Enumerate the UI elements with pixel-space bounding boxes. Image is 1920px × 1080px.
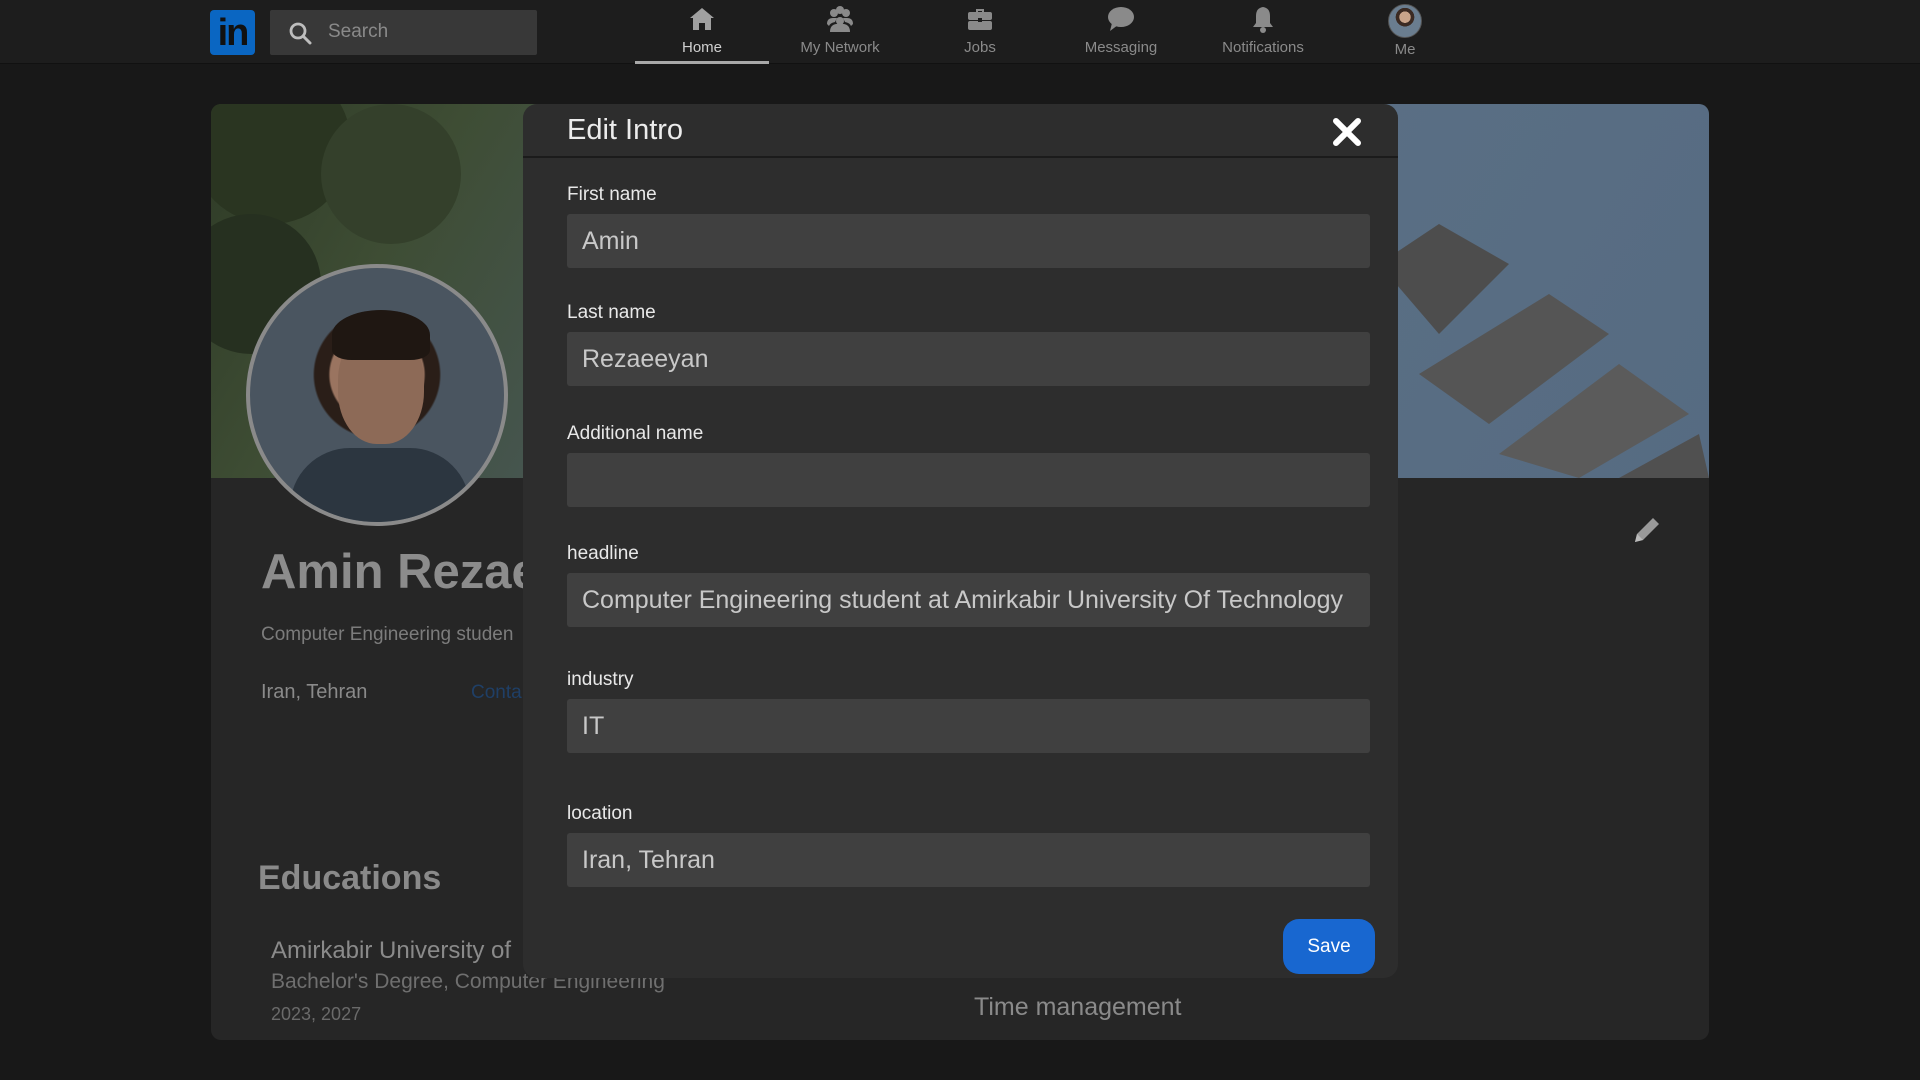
bell-icon	[1253, 7, 1273, 33]
search-box[interactable]	[270, 10, 537, 55]
linkedin-logo[interactable]: in	[210, 10, 255, 55]
modal-header: Edit Intro	[523, 104, 1398, 158]
nav-me-label: Me	[1394, 41, 1416, 58]
network-icon	[827, 6, 853, 32]
last-name-label: Last name	[567, 302, 656, 323]
search-input[interactable]	[328, 18, 523, 46]
edit-intro-modal: Edit Intro First name Last name Addition…	[523, 104, 1398, 978]
industry-input[interactable]	[567, 699, 1370, 753]
nav-messaging[interactable]: Messaging	[1054, 4, 1188, 64]
nav-my-network-label: My Network	[800, 39, 880, 56]
profile-name: Amin Rezae	[261, 545, 539, 599]
contact-info-link[interactable]: Conta	[471, 682, 522, 704]
nav-notifications-label: Notifications	[1222, 39, 1304, 56]
search-icon	[289, 22, 312, 45]
profile-headline: Computer Engineering studen	[261, 624, 514, 645]
education-years: 2023, 2027	[271, 1004, 362, 1024]
profile-photo[interactable]	[246, 264, 508, 526]
home-icon	[690, 8, 714, 30]
industry-label: industry	[567, 669, 634, 690]
education-school: Amirkabir University of	[271, 937, 512, 964]
first-name-label: First name	[567, 184, 657, 205]
nav-me[interactable]: Me	[1338, 4, 1472, 64]
cover-slats-graphic	[1379, 224, 1709, 478]
nav-home[interactable]: Home	[635, 4, 769, 64]
pencil-icon[interactable]	[1629, 512, 1665, 548]
save-button[interactable]: Save	[1283, 919, 1375, 974]
headline-label: headline	[567, 543, 639, 564]
last-name-input[interactable]	[567, 332, 1370, 386]
chat-icon	[1108, 7, 1134, 31]
profile-location: Iran, Tehran	[261, 681, 368, 703]
additional-name-label: Additional name	[567, 423, 704, 444]
modal-title: Edit Intro	[567, 114, 684, 146]
nav-messaging-label: Messaging	[1084, 39, 1158, 56]
nav-jobs-label: Jobs	[964, 39, 996, 56]
additional-name-input[interactable]	[567, 453, 1370, 507]
educations-title: Educations	[258, 859, 442, 897]
nav-jobs[interactable]: Jobs	[913, 4, 1047, 64]
location-label: location	[567, 803, 633, 824]
nav-home-label: Home	[681, 39, 722, 56]
location-input[interactable]	[567, 833, 1370, 887]
top-nav: in Home My Network Jobs	[0, 0, 1920, 64]
briefcase-icon	[968, 9, 992, 30]
nav-my-network[interactable]: My Network	[773, 4, 907, 64]
skill-item: Time management	[974, 993, 1182, 1021]
headline-input[interactable]	[567, 573, 1370, 627]
avatar	[1388, 4, 1422, 38]
close-icon[interactable]	[1331, 116, 1363, 148]
first-name-input[interactable]	[567, 214, 1370, 268]
nav-notifications[interactable]: Notifications	[1196, 4, 1330, 64]
